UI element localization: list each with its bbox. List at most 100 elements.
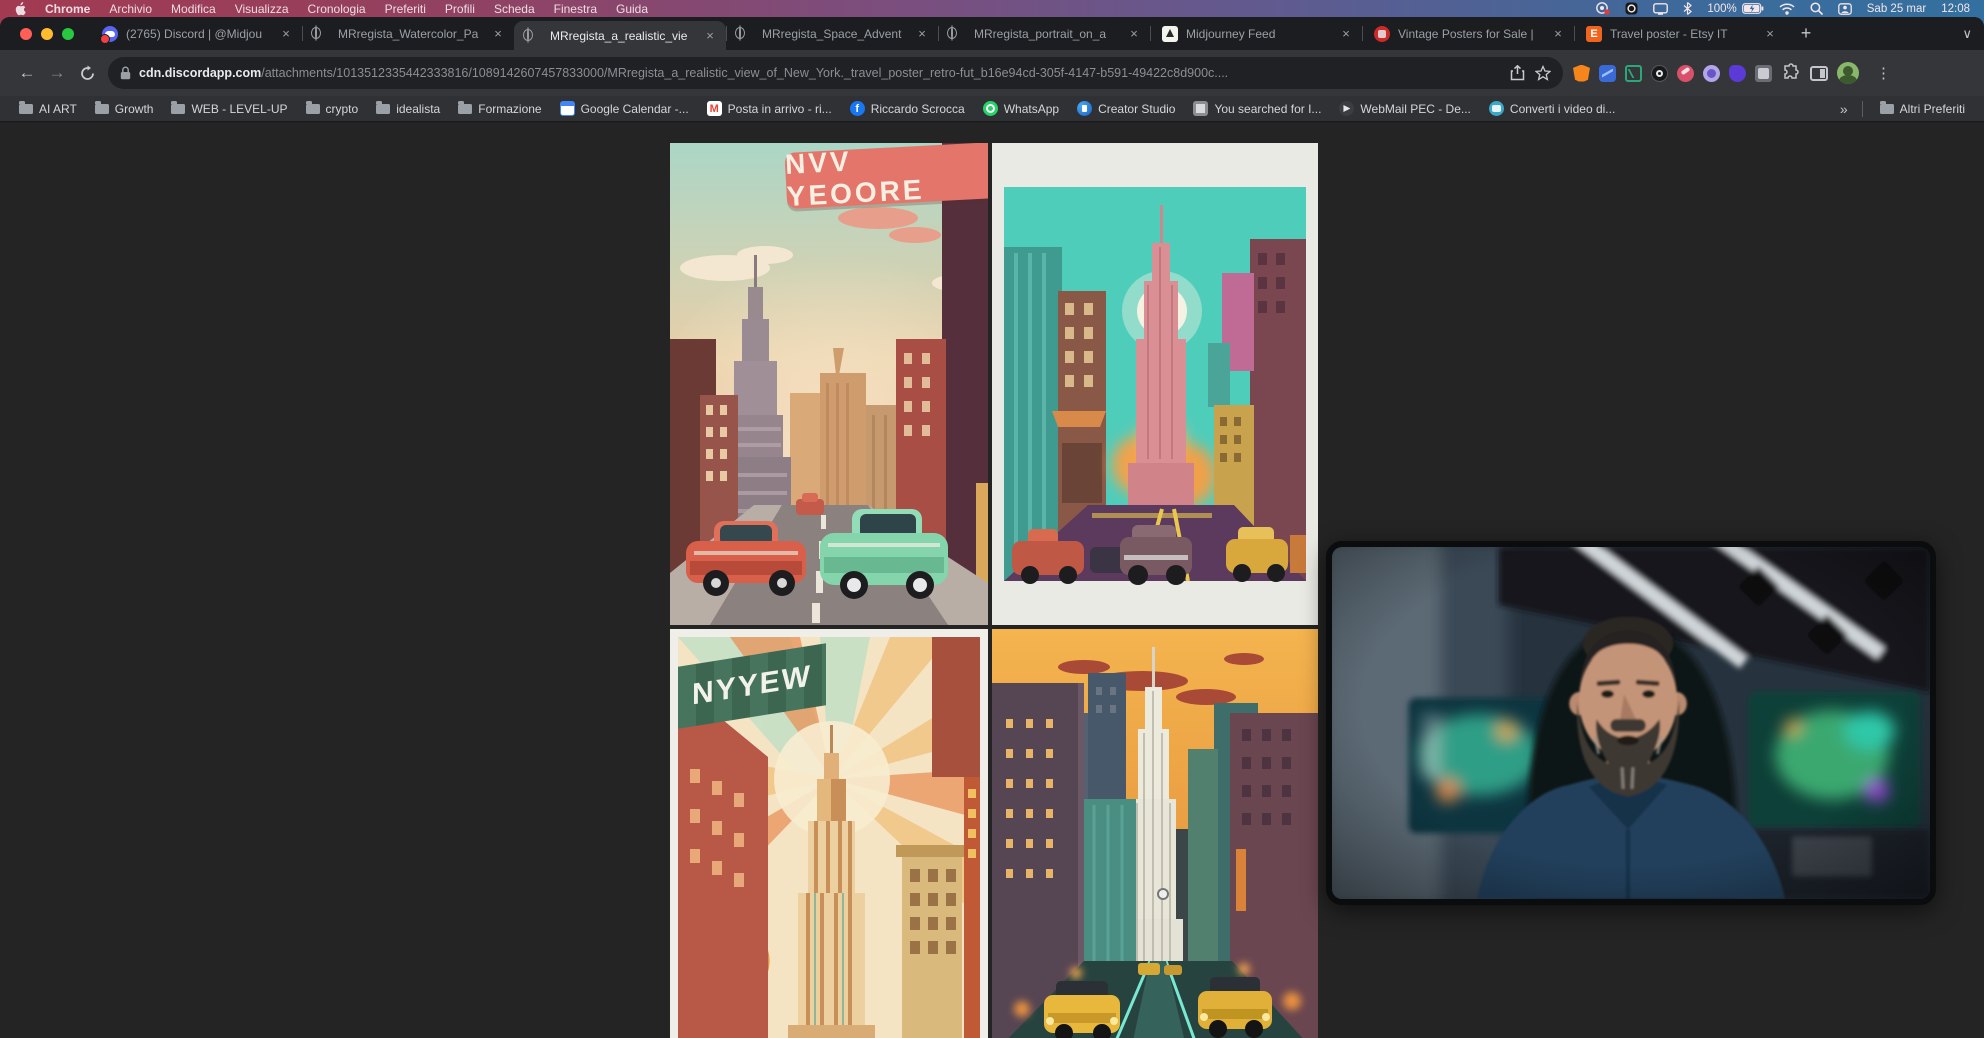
tab-strip: (2765) Discord | @Midjou × MRregista_Wat…: [0, 17, 1984, 50]
new-tab-button[interactable]: +: [1792, 20, 1820, 48]
close-icon[interactable]: ×: [1126, 26, 1142, 42]
menubar-time[interactable]: 12:08: [1941, 3, 1970, 15]
profile-avatar[interactable]: [1837, 62, 1859, 84]
menubar-date[interactable]: Sab 25 mar: [1867, 3, 1926, 15]
close-icon[interactable]: ×: [702, 28, 718, 44]
menu-visualizza[interactable]: Visualizza: [235, 2, 289, 16]
metamask-extension-icon[interactable]: [1573, 65, 1590, 82]
reload-button[interactable]: [72, 58, 102, 88]
menu-archivio[interactable]: Archivio: [109, 2, 152, 16]
bookmark-label: Altri Preferiti: [1900, 102, 1965, 116]
bookmark-gmail-inbox[interactable]: MPosta in arrivo - ri...: [698, 99, 841, 118]
menu-cronologia[interactable]: Cronologia: [308, 2, 366, 16]
menu-profili[interactable]: Profili: [445, 2, 475, 16]
poster-bottom-left-image: NYYEW: [670, 629, 988, 1038]
tab-midjourney-feed[interactable]: Midjourney Feed ×: [1150, 17, 1362, 50]
chrome-menu-icon[interactable]: ⋮: [1876, 64, 1891, 82]
bookmark-converti-video[interactable]: Converti i video di...: [1480, 99, 1624, 118]
menu-preferiti[interactable]: Preferiti: [385, 2, 426, 16]
screen: Chrome Archivio Modifica Visualizza Cron…: [0, 0, 1984, 1038]
bookmark-label: Formazione: [478, 102, 541, 116]
tab-space-adventure[interactable]: MRregista_Space_Advent ×: [726, 17, 938, 50]
bookmarks-overflow-chevron[interactable]: »: [1834, 101, 1854, 117]
wifi-icon[interactable]: [1779, 3, 1795, 15]
dark-extension-icon[interactable]: [1651, 65, 1668, 82]
tab-etsy[interactable]: E Travel poster - Etsy IT ×: [1574, 17, 1786, 50]
bookmark-you-searched[interactable]: You searched for I...: [1184, 99, 1330, 118]
bookmark-label: Creator Studio: [1098, 102, 1175, 116]
tab-watercolor[interactable]: MRregista_Watercolor_Pa ×: [302, 17, 514, 50]
globe-favicon: [739, 25, 741, 41]
tab-portrait[interactable]: MRregista_portrait_on_a ×: [938, 17, 1150, 50]
menu-scheda[interactable]: Scheda: [494, 2, 535, 16]
globe-favicon: [527, 27, 529, 43]
minimize-window-button[interactable]: [41, 28, 53, 40]
extensions-row: ⋮: [1573, 62, 1891, 84]
tab-label: MRregista_portrait_on_a: [974, 27, 1118, 41]
gray-extension-icon[interactable]: [1755, 65, 1772, 82]
tab-vintage-posters[interactable]: Vintage Posters for Sale | ×: [1362, 17, 1574, 50]
bookmark-folder-crypto[interactable]: crypto: [297, 100, 368, 118]
menu-guida[interactable]: Guida: [616, 2, 648, 16]
bluetooth-icon[interactable]: [1683, 2, 1692, 15]
close-icon[interactable]: ×: [1550, 26, 1566, 42]
bookmark-whatsapp[interactable]: WhatsApp: [974, 99, 1068, 118]
poster-title-text: NYYEW: [692, 659, 812, 712]
bookmark-google-calendar[interactable]: Google Calendar -...: [551, 99, 698, 118]
window-controls: [0, 28, 90, 40]
display-icon[interactable]: [1653, 3, 1668, 15]
globe-favicon: [951, 25, 953, 41]
bookmark-folder-growth[interactable]: Growth: [86, 100, 163, 118]
user-switch-icon[interactable]: [1838, 3, 1852, 15]
close-icon[interactable]: ×: [278, 26, 294, 42]
spotlight-search-icon[interactable]: [1810, 2, 1823, 15]
tab-realistic-view-active[interactable]: MRregista_a_realistic_vie ×: [514, 21, 726, 50]
tab-discord[interactable]: (2765) Discord | @Midjou ×: [90, 17, 302, 50]
lavender-extension-icon[interactable]: [1703, 65, 1720, 82]
midjourney-image-grid: NVV YEOORE: [670, 143, 1318, 1038]
bookmark-creator-studio[interactable]: Creator Studio: [1068, 99, 1184, 118]
zoom-window-button[interactable]: [62, 28, 74, 40]
bookmark-webmail-pec[interactable]: WebMail PEC - De...: [1330, 99, 1479, 118]
menu-chrome[interactable]: Chrome: [45, 2, 90, 16]
bookmark-folder-idealista[interactable]: idealista: [367, 100, 449, 118]
menu-finestra[interactable]: Finestra: [554, 2, 597, 16]
bookmark-star-icon[interactable]: [1535, 65, 1551, 81]
bookmark-label: Posta in arrivo - ri...: [728, 102, 832, 116]
google-calendar-icon: [560, 101, 575, 116]
extensions-puzzle-icon[interactable]: [1781, 63, 1801, 83]
bookmark-folder-ai-art[interactable]: AI ART: [10, 100, 86, 118]
close-icon[interactable]: ×: [1762, 26, 1778, 42]
blue-extension-icon[interactable]: [1599, 65, 1616, 82]
bookmark-folder-web-level-up[interactable]: WEB - LEVEL-UP: [162, 100, 296, 118]
purple-extension-icon[interactable]: [1729, 65, 1746, 82]
back-button[interactable]: ←: [12, 58, 42, 88]
poster-top-left-image: NVV YEOORE: [670, 143, 988, 625]
close-icon[interactable]: ×: [490, 26, 506, 42]
battery-icon: [1742, 3, 1764, 14]
record-icon[interactable]: [1625, 2, 1638, 15]
close-window-button[interactable]: [20, 28, 32, 40]
close-icon[interactable]: ×: [914, 26, 930, 42]
green-n-extension-icon[interactable]: [1625, 65, 1642, 82]
other-favorites-folder[interactable]: Altri Preferiti: [1871, 100, 1974, 118]
battery-status[interactable]: 100%: [1707, 3, 1763, 15]
red-extension-icon[interactable]: [1677, 65, 1694, 82]
apple-menu[interactable]: [14, 2, 26, 16]
sidebar-icon[interactable]: [1810, 66, 1828, 81]
poster-title-text: NVV YEOORE: [784, 143, 988, 213]
discord-favicon: [102, 26, 118, 42]
bookmark-label: You searched for I...: [1214, 102, 1321, 116]
bookmark-folder-formazione[interactable]: Formazione: [449, 100, 550, 118]
tab-label: Midjourney Feed: [1186, 27, 1330, 41]
bookmark-facebook-profile[interactable]: fRiccardo Scrocca: [841, 99, 974, 118]
forward-button[interactable]: →: [42, 58, 72, 88]
address-bar[interactable]: cdn.discordapp.com/attachments/101351233…: [108, 57, 1563, 89]
cast-icon[interactable]: [1595, 2, 1610, 15]
menu-modifica[interactable]: Modifica: [171, 2, 216, 16]
share-icon[interactable]: [1510, 65, 1525, 81]
close-icon[interactable]: ×: [1338, 26, 1354, 42]
tab-search-chevron[interactable]: ∨: [1962, 17, 1972, 50]
bookmark-label: Growth: [115, 102, 154, 116]
tab-label: MRregista_Watercolor_Pa: [338, 27, 482, 41]
